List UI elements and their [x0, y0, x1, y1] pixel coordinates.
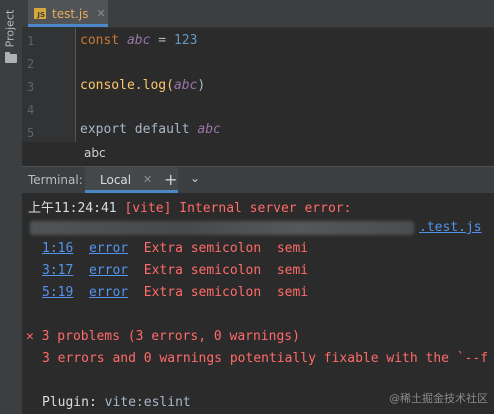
fixable-note: 3 errors and 0 warnings potentially fixa…	[42, 351, 489, 366]
folder-icon[interactable]	[5, 52, 17, 63]
error-level[interactable]: error	[89, 241, 128, 256]
redacted-path	[30, 221, 414, 235]
plugin-line: Plugin: vite:eslint	[42, 395, 191, 410]
tab-local-label: Local	[100, 173, 132, 187]
code-line[interactable]: export default abc	[80, 122, 221, 137]
code-variable: abc	[173, 78, 198, 93]
completion-hint[interactable]: abc	[22, 142, 494, 166]
close-icon[interactable]: ✕	[96, 7, 105, 20]
error-row: 1:16 error Extra semicolon semi	[42, 241, 308, 256]
code-variable: abc	[197, 122, 221, 137]
line-number: 3	[27, 80, 35, 94]
error-rule: semi	[276, 263, 309, 278]
code-call: console.log(	[80, 78, 174, 93]
error-rule: semi	[276, 285, 309, 300]
active-tab-indicator	[28, 24, 108, 27]
plugin-value: vite:eslint	[104, 395, 191, 410]
error-text: Extra semicolon	[143, 285, 262, 300]
line-number: 2	[27, 57, 35, 71]
summary-line: ✕ 3 problems (3 errors, 0 warnings)	[26, 329, 300, 344]
error-row: 3:17 error Extra semicolon semi	[42, 263, 308, 278]
file-path-link[interactable]: .test.js	[419, 220, 482, 235]
tab-test-js[interactable]: JS test.js ✕	[28, 0, 108, 27]
line-number: 5	[27, 126, 35, 140]
error-text: Extra semicolon	[143, 263, 262, 278]
code-line[interactable]: const abc = 123	[80, 33, 197, 48]
project-sidebar: Project	[0, 0, 23, 414]
problems-summary: 3 problems (3 errors, 0 warnings)	[41, 329, 300, 344]
tab-filename: test.js	[52, 6, 89, 21]
terminal-output[interactable]: 上午11:24:41 [vite] Internal server error:…	[22, 193, 494, 414]
error-text: Extra semicolon	[143, 241, 262, 256]
line-number: 1	[27, 34, 35, 48]
error-row: 5:19 error Extra semicolon semi	[42, 285, 308, 300]
code-paren: )	[197, 78, 206, 93]
add-terminal-icon[interactable]: +	[164, 170, 177, 189]
terminal-line: 上午11:24:41 [vite] Internal server error:	[28, 197, 351, 216]
code-editor[interactable]: 1 2 3 4 5 const abc = 123 console.log(ab…	[22, 28, 494, 146]
watermark: @稀土掘金技术社区	[389, 392, 488, 405]
error-level[interactable]: error	[89, 263, 128, 278]
line-number-gutter: 1 2 3 4 5	[22, 28, 76, 146]
error-location-link[interactable]: 5:19	[42, 285, 73, 300]
error-level[interactable]: error	[89, 285, 128, 300]
code-operator: =	[150, 33, 174, 48]
error-location-link[interactable]: 1:16	[42, 241, 73, 256]
terminal-tab-bar: Terminal: Local ✕ + ⌄	[22, 166, 494, 194]
error-location-link[interactable]: 3:17	[42, 263, 73, 278]
editor-tab-bar: JS test.js ✕	[22, 0, 494, 28]
code-number: 123	[173, 33, 198, 48]
close-icon[interactable]: ✕	[143, 173, 152, 186]
error-rule: semi	[276, 241, 309, 256]
error-x-icon: ✕	[26, 329, 34, 344]
project-tool-button[interactable]: Project	[3, 10, 19, 50]
project-label: Project	[3, 9, 17, 48]
code-variable: abc	[126, 33, 151, 48]
error-message: [vite] Internal server error:	[116, 201, 352, 216]
chevron-down-icon[interactable]: ⌄	[190, 171, 200, 185]
code-keyword: const	[80, 33, 120, 48]
plugin-label: Plugin:	[42, 395, 105, 410]
javascript-file-icon: JS	[34, 8, 46, 19]
code-line[interactable]: console.log(abc)	[80, 78, 205, 93]
timestamp: 上午11:24:41	[28, 201, 117, 216]
code-text: export default	[80, 122, 198, 137]
terminal-label: Terminal:	[28, 173, 83, 187]
completion-hint-text: abc	[84, 146, 106, 160]
line-number: 4	[27, 103, 35, 117]
